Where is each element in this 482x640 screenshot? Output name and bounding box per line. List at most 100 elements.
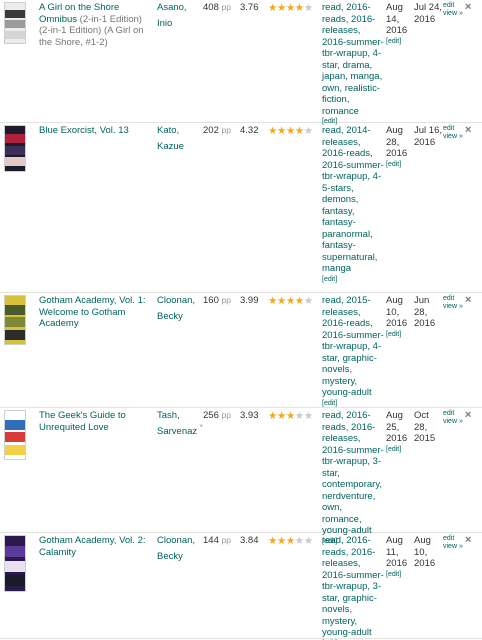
shelves-list[interactable]: read, 2016-reads, 2016-releases, 2016-su… — [322, 2, 384, 117]
shelves-cell: read, 2014-releases, 2016-reads, 2016-su… — [322, 125, 384, 285]
star-icon[interactable]: ★ — [304, 125, 313, 137]
star-icon[interactable]: ★ — [277, 535, 286, 547]
book-title-link[interactable]: The Geek's Guide to Unrequited Love — [39, 410, 154, 433]
star-icon[interactable]: ★ — [295, 410, 304, 422]
shelves-cell: read, 2016-reads, 2016-releases, 2016-su… — [322, 410, 384, 547]
star-icon[interactable]: ★ — [295, 295, 304, 307]
star-icon[interactable]: ★ — [304, 2, 313, 14]
close-icon[interactable]: × — [465, 2, 471, 13]
author-name[interactable]: Asano, Inio — [157, 2, 187, 29]
book-title-link[interactable]: Gotham Academy, Vol. 2: Calamity — [39, 535, 154, 558]
book-title-main[interactable]: Gotham Academy, Vol. 1: Welcome to Gotha… — [39, 295, 146, 329]
star-icon[interactable]: ★ — [286, 410, 295, 422]
star-icon[interactable]: ★ — [268, 295, 277, 307]
author-link[interactable]: Asano, Inio — [157, 2, 203, 29]
cover-art-band — [5, 10, 25, 18]
star-icon[interactable]: ★ — [277, 295, 286, 307]
date-read-edit-link[interactable]: [edit] — [386, 160, 412, 170]
page-number: 202 — [203, 125, 219, 136]
shelves-list[interactable]: read, 2015-releases, 2016-reads, 2016-su… — [322, 295, 384, 398]
date-read-edit-link[interactable]: [edit] — [386, 37, 412, 47]
star-icon[interactable]: ★ — [295, 2, 304, 14]
shelves-list[interactable]: read, 2016-reads, 2016-releases, 2016-su… — [322, 410, 384, 536]
close-icon[interactable]: × — [465, 410, 471, 421]
close-icon[interactable]: × — [465, 295, 471, 306]
pages-unit: pp — [221, 2, 231, 12]
book-title-link[interactable]: Gotham Academy, Vol. 1: Welcome to Gotha… — [39, 295, 154, 330]
cover-art-band — [5, 157, 25, 166]
star-icon[interactable]: ★ — [286, 295, 295, 307]
my-rating-stars[interactable]: ★★★★★ — [268, 296, 318, 307]
book-cover[interactable] — [4, 295, 26, 345]
star-icon[interactable]: ★ — [277, 410, 286, 422]
star-icon[interactable]: ★ — [268, 125, 277, 137]
book-row: A Girl on the Shore Omnibus (2-in-1 Edit… — [0, 2, 482, 125]
star-icon[interactable]: ★ — [268, 410, 277, 422]
date-read: Aug 11, 2016 — [386, 535, 408, 569]
star-icon[interactable]: ★ — [277, 125, 286, 137]
date-read-cell: Aug 25, 2016 [edit] — [386, 410, 412, 455]
star-icon[interactable]: ★ — [304, 535, 313, 547]
author-star: * — [199, 422, 203, 432]
author-link[interactable]: Tash, Sarvenaz * — [157, 410, 203, 437]
date-read-edit-link[interactable]: [edit] — [386, 445, 412, 455]
pages-unit: pp — [221, 125, 231, 135]
shelves-list[interactable]: read, 2014-releases, 2016-reads, 2016-su… — [322, 125, 384, 274]
shelves-cell: read, 2016-reads, 2016-releases, 2016-su… — [322, 535, 384, 640]
my-rating-stars[interactable]: ★★★★★ — [268, 411, 318, 422]
author-name[interactable]: Cloonan, Becky — [157, 295, 195, 322]
author-link[interactable]: Kato, Kazue — [157, 125, 203, 152]
shelves-edit-link[interactable]: [edit] — [322, 399, 384, 409]
date-added: Jul 24, 2016 — [414, 2, 442, 25]
date-read-edit-link[interactable]: [edit] — [386, 330, 412, 340]
date-read: Aug 14, 2016 — [386, 2, 408, 36]
avg-rating: 3.76 — [240, 2, 259, 13]
author-name[interactable]: Cloonan, Becky — [157, 535, 195, 562]
book-row: Gotham Academy, Vol. 2: Calamity Cloonan… — [0, 535, 482, 640]
author-link[interactable]: Cloonan, Becky — [157, 295, 203, 322]
book-title-main[interactable]: Blue Exorcist, Vol. 13 — [39, 125, 129, 136]
star-icon[interactable]: ★ — [268, 2, 277, 14]
close-icon[interactable]: × — [465, 125, 471, 136]
star-icon[interactable]: ★ — [304, 410, 313, 422]
book-title-main[interactable]: The Geek's Guide to Unrequited Love — [39, 410, 126, 433]
author-name[interactable]: Kato, Kazue — [157, 125, 184, 152]
author-link[interactable]: Cloonan, Becky — [157, 535, 203, 562]
star-icon[interactable]: ★ — [268, 535, 277, 547]
date-added: Aug 10, 2016 — [414, 535, 436, 569]
author-name[interactable]: Tash, Sarvenaz — [157, 410, 197, 437]
star-icon[interactable]: ★ — [304, 295, 313, 307]
shelves-edit-link[interactable]: [edit] — [322, 275, 384, 285]
star-icon[interactable]: ★ — [295, 535, 304, 547]
avg-rating: 3.84 — [240, 535, 259, 546]
my-rating-stars[interactable]: ★★★★★ — [268, 126, 318, 137]
book-cover[interactable] — [4, 410, 26, 460]
date-read-edit-link[interactable]: [edit] — [386, 570, 412, 580]
my-rating-stars[interactable]: ★★★★★ — [268, 3, 318, 14]
cover-art-band — [5, 445, 25, 455]
book-row: The Geek's Guide to Unrequited Love Tash… — [0, 410, 482, 545]
cover-art-band — [5, 134, 25, 143]
date-read: Aug 28, 2016 — [386, 125, 408, 159]
page-number: 160 — [203, 295, 219, 306]
date-read-cell: Aug 11, 2016 [edit] — [386, 535, 412, 580]
book-title-link[interactable]: A Girl on the Shore Omnibus (2-in-1 Edit… — [39, 2, 154, 48]
cover-art-band — [5, 31, 25, 39]
shelves-list[interactable]: read, 2016-reads, 2016-releases, 2016-su… — [322, 535, 384, 638]
star-icon[interactable]: ★ — [295, 125, 304, 137]
book-cover[interactable] — [4, 535, 26, 592]
book-title-main[interactable]: Gotham Academy, Vol. 2: Calamity — [39, 535, 146, 558]
star-icon[interactable]: ★ — [286, 2, 295, 14]
book-cover[interactable] — [4, 125, 26, 172]
page-number: 256 — [203, 410, 219, 421]
book-cover[interactable] — [4, 2, 26, 44]
close-icon[interactable]: × — [465, 535, 471, 546]
star-icon[interactable]: ★ — [286, 535, 295, 547]
book-title-link[interactable]: Blue Exorcist, Vol. 13 — [39, 125, 154, 137]
star-icon[interactable]: ★ — [286, 125, 295, 137]
my-rating-stars[interactable]: ★★★★★ — [268, 536, 318, 547]
cover-art-band — [5, 305, 25, 315]
cover-art-band — [5, 561, 25, 572]
star-icon[interactable]: ★ — [277, 2, 286, 14]
cover-art-band — [5, 317, 25, 327]
